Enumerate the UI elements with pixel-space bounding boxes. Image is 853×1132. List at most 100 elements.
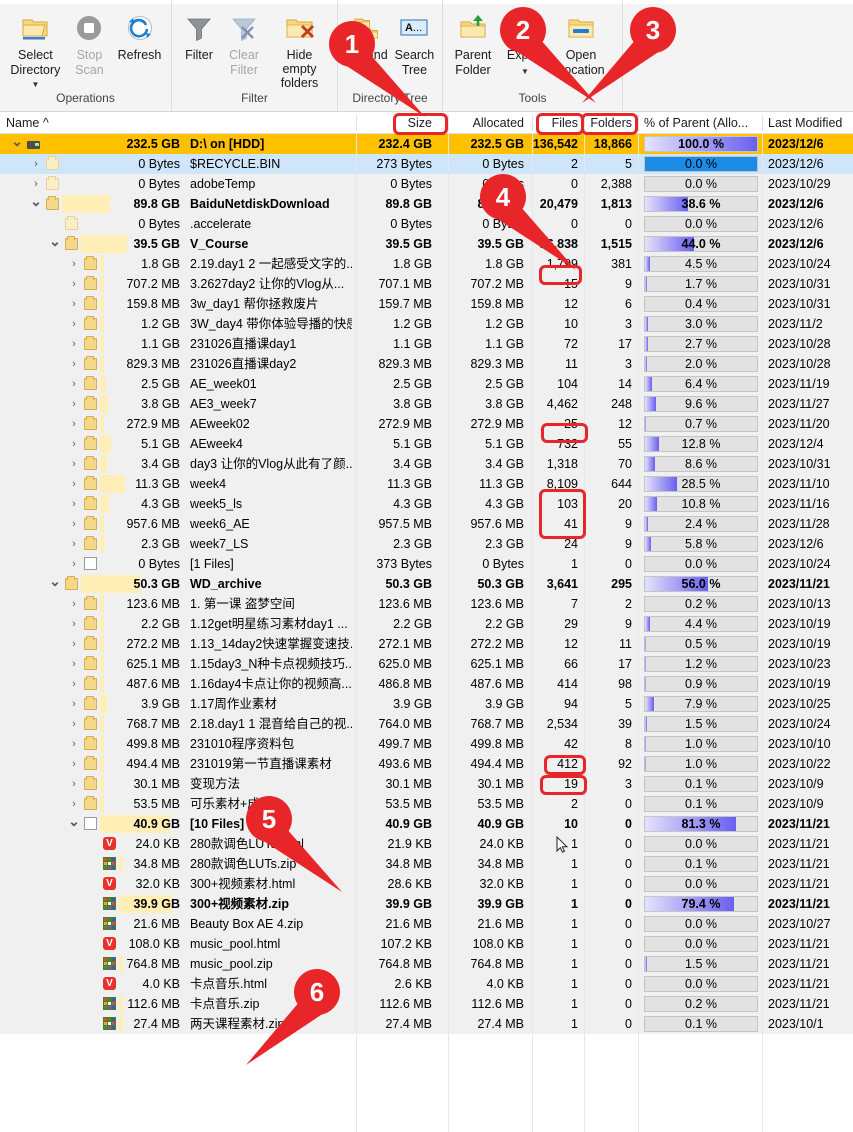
table-row[interactable]: › 123.6 MB 1. 第一课 盗梦空间 123.6 MB 123.6 MB 7 2 0.… <box>0 594 853 614</box>
table-row[interactable]: ⌄ 50.3 GB WD_archive 50.3 GB 50.3 GB 3,641 295… <box>0 571 853 594</box>
table-row[interactable]: › 494.4 MB 231019第一节直播课素材 493.6 MB 494.4 MB 4… <box>0 754 853 774</box>
stop-scan-button[interactable]: Stop Scan <box>67 5 112 77</box>
chevron-down-icon[interactable]: ▼ <box>31 80 39 89</box>
column-header-name[interactable]: Name ^ <box>6 112 126 134</box>
table-row[interactable]: › 829.3 MB 231026直播课day2 829.3 MB 829.3 MB 11… <box>0 354 853 374</box>
table-row[interactable]: 39.9 GB 300+视频素材.zip 39.9 GB 39.9 GB 1 0 79.4 … <box>0 894 853 914</box>
expand-toggle-icon[interactable]: › <box>67 634 81 654</box>
expand-toggle-icon[interactable]: › <box>67 694 81 714</box>
collapse-toggle-icon[interactable]: ⌄ <box>48 231 62 251</box>
collapse-toggle-icon[interactable]: ⌄ <box>48 571 62 591</box>
expand-toggle-icon[interactable]: › <box>67 514 81 534</box>
table-row[interactable]: › 272.9 MB AEweek02 272.9 MB 272.9 MB 25 12 0.7… <box>0 414 853 434</box>
table-row[interactable]: › 2.3 GB week7_LS 2.3 GB 2.3 GB 24 9 5.8 % 2023/… <box>0 534 853 554</box>
ribbon-group-filter: Filter Clear Filter Hide empty folders F… <box>172 0 338 111</box>
table-row[interactable]: › 30.1 MB 变现方法 30.1 MB 30.1 MB 19 3 0.1 % 2023/1… <box>0 774 853 794</box>
expand-toggle-icon[interactable]: › <box>67 354 81 374</box>
table-row[interactable]: 34.8 MB 280款调色LUTs.zip 34.8 MB 34.8 MB 1 0 0.1… <box>0 854 853 874</box>
svg-text:3: 3 <box>646 15 660 45</box>
table-row[interactable]: › 3.8 GB AE3_week7 3.8 GB 3.8 GB 4,462 248 9.6 … <box>0 394 853 414</box>
expand-toggle-icon[interactable]: › <box>67 754 81 774</box>
expand-toggle-icon[interactable]: › <box>67 334 81 354</box>
cell-allocated: 2.5 GB <box>485 377 524 391</box>
table-row[interactable]: V 24.0 KB 280款调色LUTs.html 21.9 KB 24.0 KB 1 0 0… <box>0 834 853 854</box>
table-row[interactable]: › 957.6 MB week6_AE 957.5 MB 957.6 MB 41 9 2.4 … <box>0 514 853 534</box>
table-row[interactable]: › 1.2 GB 3W_day4 带你体验导播的快感 1.2 GB 1.2 GB 10 3 3… <box>0 314 853 334</box>
expand-toggle-icon[interactable]: › <box>67 374 81 394</box>
hide-empty-folders-button[interactable]: Hide empty folders <box>266 5 333 91</box>
table-row[interactable]: 0 Bytes .accelerate 0 Bytes 0 Bytes 0 0 0.0 % 2… <box>0 214 853 234</box>
row-size-inline: 2.3 GB <box>141 537 180 551</box>
table-row[interactable]: › 499.8 MB 231010程序资料包 499.7 MB 499.8 MB 42 8 1… <box>0 734 853 754</box>
expand-toggle-icon[interactable]: › <box>29 154 43 174</box>
table-row[interactable]: › 3.9 GB 1.17周作业素材 3.9 GB 3.9 GB 94 5 7.9 % 2023… <box>0 694 853 714</box>
expand-toggle-icon[interactable]: › <box>67 654 81 674</box>
cell-size: 89.8 GB <box>385 197 432 211</box>
expand-toggle-icon[interactable]: › <box>67 714 81 734</box>
table-row[interactable]: › 272.2 MB 1.13_14day2快速掌握变速技... 272.1 MB 27… <box>0 634 853 654</box>
table-row[interactable]: › 1.1 GB 231026直播课day1 1.1 GB 1.1 GB 72 17 2.7 … <box>0 334 853 354</box>
table-row[interactable]: › 707.2 MB 3.2627day2 让你的Vlog从... 707.1 MB 7… <box>0 274 853 294</box>
table-row[interactable]: › 4.3 GB week5_ls 4.3 GB 4.3 GB 103 20 10.8 % 20… <box>0 494 853 514</box>
table-row[interactable]: ⌄ 232.5 GB D:\ on [HDD] 232.4 GB 232.5 GB 136… <box>0 134 853 154</box>
table-row[interactable]: › 0 Bytes [1 Files] 373 Bytes 0 Bytes 1 0 0.0 %… <box>0 554 853 574</box>
table-row[interactable]: › 768.7 MB 2.18.day1 1 混音给自己的视... 764.0 MB 7… <box>0 714 853 734</box>
refresh-button[interactable]: Refresh <box>112 5 167 63</box>
expand-toggle-icon[interactable]: › <box>67 734 81 754</box>
table-row[interactable]: › 5.1 GB AEweek4 5.1 GB 5.1 GB 732 55 12.8 % 202… <box>0 434 853 454</box>
table-row[interactable]: › 53.5 MB 可乐素材+成片 53.5 MB 53.5 MB 2 0 0.1 % 2023… <box>0 794 853 814</box>
table-row[interactable]: › 2.5 GB AE_week01 2.5 GB 2.5 GB 104 14 6.4 % 20… <box>0 374 853 394</box>
column-header-last-modified[interactable]: Last Modified <box>768 112 853 134</box>
clear-filter-button[interactable]: Clear Filter <box>222 5 266 77</box>
table-row[interactable]: ⌄ 39.5 GB V_Course 39.5 GB 39.5 GB 16,838 1,51… <box>0 231 853 254</box>
expand-toggle-icon[interactable]: › <box>67 554 81 574</box>
expand-toggle-icon[interactable]: › <box>67 294 81 314</box>
table-row[interactable]: V 32.0 KB 300+视频素材.html 28.6 KB 32.0 KB 1 0 0.0… <box>0 874 853 894</box>
parent-folder-button[interactable]: Parent Folder <box>447 5 499 77</box>
expand-toggle-icon[interactable]: › <box>67 774 81 794</box>
expand-toggle-icon[interactable]: › <box>67 414 81 434</box>
cell-last-modified: 2023/11/21 <box>768 877 830 891</box>
table-row[interactable]: ›0 BytesadobeTemp0 Bytes0 Bytes02,3880.0… <box>0 174 853 194</box>
expand-toggle-icon[interactable]: › <box>67 594 81 614</box>
expand-toggle-icon[interactable]: › <box>67 474 81 494</box>
expand-toggle-icon[interactable]: › <box>67 494 81 514</box>
table-row[interactable]: V 108.0 KB music_pool.html 107.2 KB 108.0 KB… <box>0 934 853 954</box>
table-row[interactable]: 21.6 MB Beauty Box AE 4.zip 21.6 MB 21.6 MB… <box>0 914 853 934</box>
table-row[interactable]: V 4.0 KB 卡点音乐.html 2.6 KB 4.0 KB 1 0 0.0 % 2023/… <box>0 974 853 994</box>
row-size-inline: 0 Bytes <box>138 557 180 571</box>
expand-toggle-icon[interactable]: › <box>67 314 81 334</box>
expand-toggle-icon[interactable]: › <box>67 434 81 454</box>
table-row[interactable]: › 159.8 MB 3w_day1 帮你拯救废片 159.7 MB 159.8 MB 1… <box>0 294 853 314</box>
cell-size: 21.9 KB <box>387 837 432 851</box>
expand-toggle-icon[interactable]: › <box>67 674 81 694</box>
row-name: week4 <box>190 477 227 491</box>
table-row[interactable]: › 0 Bytes $RECYCLE.BIN 273 Bytes 0 Bytes 2 5 0.… <box>0 154 853 174</box>
percent-of-parent-bar: 1.5 % <box>644 956 758 972</box>
table-row[interactable]: 112.6 MB 卡点音乐.zip 112.6 MB 112.6 MB 1 0 0.2 % 2… <box>0 994 853 1014</box>
table-row[interactable]: ⌄ 40.9 GB [10 Files] 40.9 GB 40.9 GB 10 0 81.3 … <box>0 811 853 834</box>
table-row[interactable]: 27.4 MB 两天课程素材.zip 27.4 MB 27.4 MB 1 0 0.1 % 20… <box>0 1014 853 1034</box>
select-directory-button[interactable]: Select Directory ▼ <box>4 5 67 91</box>
expand-toggle-icon[interactable]: › <box>67 614 81 634</box>
expand-toggle-icon[interactable]: › <box>67 254 81 274</box>
expand-toggle-icon[interactable]: › <box>67 394 81 414</box>
table-row[interactable]: › 3.4 GB day3 让你的Vlog从此有了颜... 3.4 GB 3.4 GB 1… <box>0 454 853 474</box>
cell-allocated: 625.1 MB <box>470 657 524 671</box>
table-row[interactable]: › 2.2 GB 1.12get明星练习素材day1 ... 2.2 GB 2.2 GB… <box>0 614 853 634</box>
collapse-toggle-icon[interactable]: ⌄ <box>10 134 24 151</box>
expand-toggle-icon[interactable]: › <box>67 534 81 554</box>
table-row[interactable]: › 625.1 MB 1.15day3_N种卡点视频技巧... 625.0 MB 625… <box>0 654 853 674</box>
directory-tree-grid[interactable]: ⌄ 232.5 GB D:\ on [HDD] 232.4 GB 232.5 GB 136… <box>0 134 853 1132</box>
table-row[interactable]: › 1.8 GB 2.19.day1 2 一起感受文字的... 1.8 GB 1.8 G… <box>0 254 853 274</box>
table-row[interactable]: 764.8 MB music_pool.zip 764.8 MB 764.8 MB 1 0… <box>0 954 853 974</box>
collapse-toggle-icon[interactable]: ⌄ <box>29 191 43 211</box>
table-row[interactable]: › 487.6 MB 1.16day4卡点让你的视频高... 486.8 MB 487.… <box>0 674 853 694</box>
table-row[interactable]: ⌄89.8 GBBaiduNetdiskDownload89.8 GB89.8 … <box>0 191 853 214</box>
collapse-toggle-icon[interactable]: ⌄ <box>67 811 81 831</box>
expand-toggle-icon[interactable]: › <box>67 454 81 474</box>
percent-of-parent-bar: 1.5 % <box>644 716 758 732</box>
table-row[interactable]: › 11.3 GB week4 11.3 GB 11.3 GB 8,109 644 28.5 … <box>0 474 853 494</box>
filter-button[interactable]: Filter <box>176 5 222 63</box>
expand-toggle-icon[interactable]: › <box>67 274 81 294</box>
